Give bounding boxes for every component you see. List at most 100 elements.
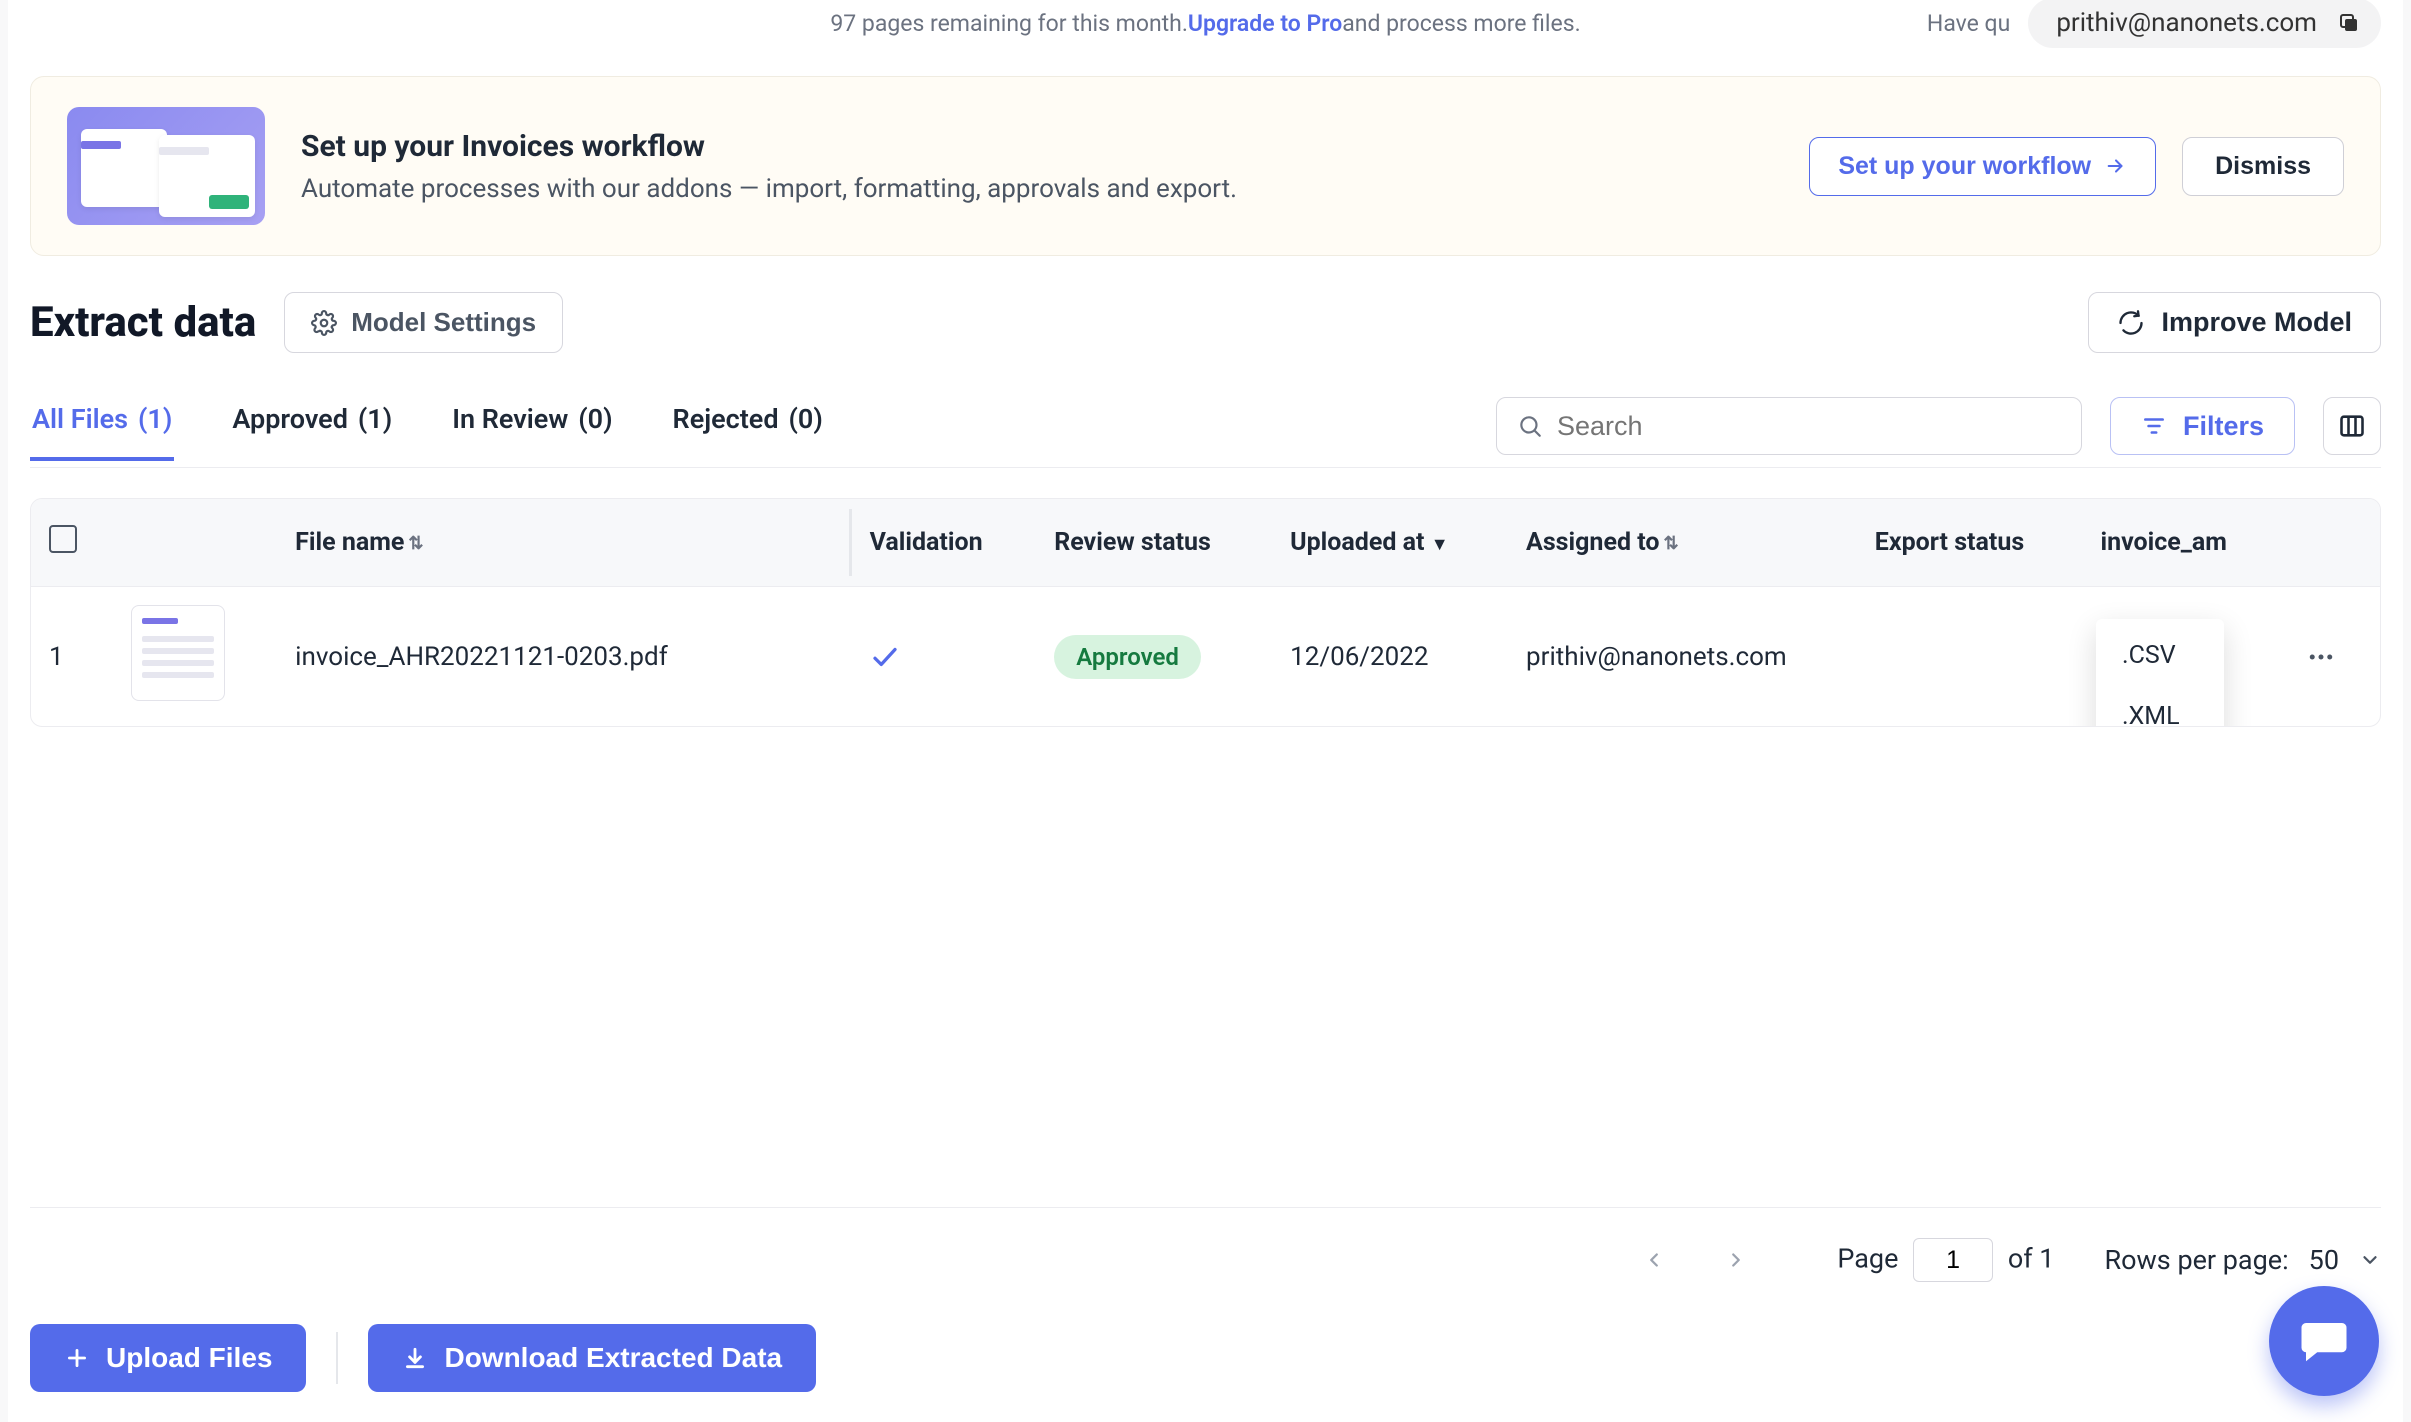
search-input[interactable] <box>1557 411 2061 442</box>
chat-fab-button[interactable] <box>2269 1286 2379 1396</box>
tab-rejected-label: Rejected <box>673 403 779 435</box>
sort-icon: ⇅ <box>408 533 423 554</box>
tab-all-files[interactable]: All Files (1) <box>30 403 174 461</box>
col-uploaded-at-label: Uploaded at <box>1290 528 1424 557</box>
download-extracted-button[interactable]: Download Extracted Data <box>368 1324 816 1392</box>
file-name-cell[interactable]: invoice_AHR20221121-0203.pdf <box>277 587 851 727</box>
caret-down-icon: ▼ <box>1431 534 1449 555</box>
divider <box>336 1332 338 1384</box>
sort-icon: ⇅ <box>1663 533 1678 554</box>
filter-icon <box>2141 413 2167 439</box>
tab-approved[interactable]: Approved (1) <box>230 403 394 461</box>
pagination-bar: Page of 1 Rows per page: 50 <box>30 1207 2381 1282</box>
assigned-to-cell: prithiv@nanonets.com <box>1508 587 1857 727</box>
tab-in-review[interactable]: In Review (0) <box>450 403 614 461</box>
rows-per-page-value: 50 <box>2309 1244 2339 1276</box>
col-export-status: Export status <box>1857 499 2083 587</box>
col-invoice-am: invoice_am <box>2082 499 2287 587</box>
chevron-right-icon <box>1725 1249 1747 1271</box>
uploaded-at-cell: 12/06/2022 <box>1272 587 1508 727</box>
upload-files-label: Upload Files <box>106 1342 272 1374</box>
improve-model-label: Improve Model <box>2161 307 2352 338</box>
dismiss-button[interactable]: Dismiss <box>2182 137 2344 196</box>
setup-workflow-banner: Set up your Invoices workflow Automate p… <box>30 76 2381 256</box>
download-icon <box>402 1345 428 1371</box>
filters-button[interactable]: Filters <box>2110 397 2295 455</box>
chat-icon <box>2297 1314 2351 1368</box>
col-uploaded-at[interactable]: Uploaded at ▼ <box>1272 499 1508 587</box>
file-thumbnail[interactable] <box>131 605 225 701</box>
prev-page-button[interactable] <box>1643 1249 1665 1271</box>
col-assigned-to[interactable]: Assigned to⇅ <box>1508 499 1857 587</box>
improve-model-button[interactable]: Improve Model <box>2088 292 2381 353</box>
bottom-action-bar: Upload Files Download Extracted Data <box>30 1324 2381 1392</box>
col-actions <box>2288 499 2380 587</box>
col-validation: Validation <box>852 499 1037 587</box>
have-questions-text: Have qu <box>1927 10 2010 37</box>
page-of-label: of 1 <box>2008 1243 2055 1275</box>
upload-files-button[interactable]: Upload Files <box>30 1324 306 1392</box>
export-xml-item[interactable]: .XML <box>2096 686 2224 727</box>
tab-rejected-count: (0) <box>789 403 823 435</box>
col-review-status: Review status <box>1036 499 1272 587</box>
col-checkbox <box>31 499 113 587</box>
col-file-name-label: File name <box>295 528 404 557</box>
rows-per-page-label: Rows per page: <box>2104 1244 2288 1276</box>
top-notice-bar: 97 pages remaining for this month. Upgra… <box>30 0 2381 46</box>
row-thumbnail-cell <box>113 587 277 727</box>
pages-remaining-suffix: and process more files. <box>1342 10 1580 37</box>
page-label: Page <box>1837 1243 1898 1275</box>
status-badge: Approved <box>1054 635 1201 679</box>
files-table: File name⇅ Validation Review status Uplo… <box>30 498 2381 727</box>
rows-per-page-dropdown[interactable] <box>2359 1249 2381 1271</box>
setup-workflow-button[interactable]: Set up your workflow <box>1809 137 2156 196</box>
tab-in-review-count: (0) <box>578 403 612 435</box>
select-all-checkbox[interactable] <box>49 525 77 553</box>
export-status-cell <box>1857 587 2083 727</box>
file-tabs: All Files (1) Approved (1) In Review (0)… <box>30 403 825 461</box>
gear-icon <box>311 310 337 336</box>
model-settings-label: Model Settings <box>351 307 536 338</box>
col-assigned-to-label: Assigned to <box>1526 528 1659 557</box>
user-email-text: prithiv@nanonets.com <box>2056 8 2317 38</box>
export-csv-item[interactable]: .CSV <box>2096 625 2224 686</box>
col-file-name[interactable]: File name⇅ <box>277 499 851 587</box>
tab-approved-count: (1) <box>358 403 392 435</box>
export-format-menu: .CSV .XML .XLSX <box>2096 619 2224 727</box>
chevron-left-icon <box>1643 1249 1665 1271</box>
upgrade-to-pro-link[interactable]: Upgrade to Pro <box>1188 10 1342 37</box>
model-settings-button[interactable]: Model Settings <box>284 292 563 353</box>
banner-illustration <box>67 107 265 225</box>
row-index: 1 <box>31 587 113 727</box>
page-input[interactable] <box>1913 1238 1993 1282</box>
review-status-cell: Approved <box>1036 587 1272 727</box>
tab-approved-label: Approved <box>232 403 348 435</box>
col-thumb <box>113 499 277 587</box>
arrow-right-icon <box>2105 155 2127 177</box>
banner-title: Set up your Invoices workflow <box>301 129 1237 164</box>
tab-in-review-label: In Review <box>452 403 568 435</box>
pages-remaining-text: 97 pages remaining for this month. <box>830 10 1188 37</box>
tab-rejected[interactable]: Rejected (0) <box>671 403 825 461</box>
plus-icon <box>64 1345 90 1371</box>
table-row[interactable]: 1 invoice_AHR20221121-0203.pdf <box>31 587 2380 727</box>
chevron-down-icon <box>2359 1249 2381 1271</box>
row-actions-cell <box>2288 587 2380 727</box>
more-icon[interactable] <box>2306 642 2336 672</box>
user-email-pill[interactable]: prithiv@nanonets.com <box>2028 0 2381 48</box>
check-icon <box>870 642 900 672</box>
refresh-icon <box>2117 309 2145 337</box>
filters-label: Filters <box>2183 411 2264 442</box>
columns-icon <box>2338 412 2366 440</box>
download-extracted-label: Download Extracted Data <box>444 1342 782 1374</box>
tab-all-files-label: All Files <box>32 403 128 435</box>
page-title: Extract data <box>30 298 256 347</box>
search-box[interactable] <box>1496 397 2082 455</box>
next-page-button[interactable] <box>1725 1249 1747 1271</box>
setup-workflow-button-label: Set up your workflow <box>1838 152 2091 181</box>
tab-all-files-count: (1) <box>138 403 172 435</box>
banner-subtitle: Automate processes with our addons — imp… <box>301 174 1237 204</box>
copy-icon[interactable] <box>2337 11 2361 35</box>
columns-button[interactable] <box>2323 397 2381 455</box>
search-icon <box>1517 413 1543 439</box>
